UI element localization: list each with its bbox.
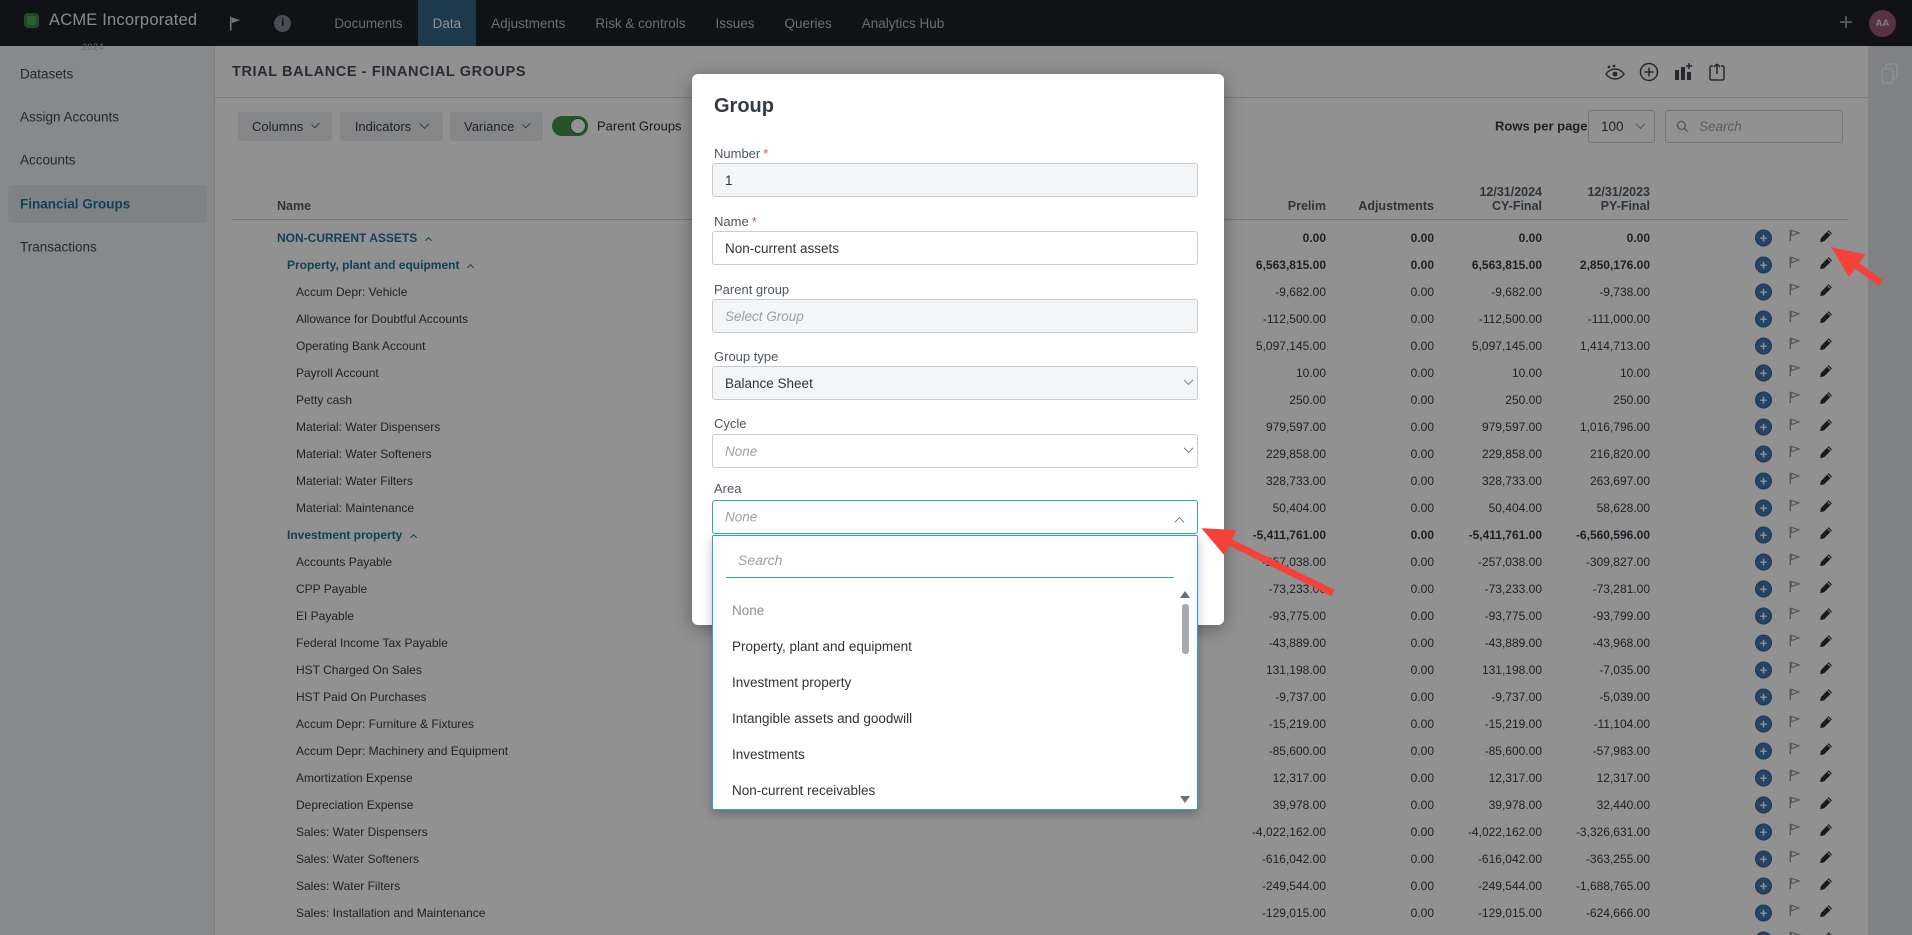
scroll-up-icon[interactable] bbox=[1180, 591, 1190, 598]
dropdown-search-input[interactable] bbox=[726, 542, 1174, 578]
cycle-select[interactable] bbox=[712, 434, 1198, 468]
dropdown-option-investment-property[interactable]: Investment property bbox=[713, 664, 1197, 700]
required-marker: * bbox=[763, 146, 768, 161]
name-label: Name* bbox=[714, 214, 757, 229]
area-label: Area bbox=[714, 481, 741, 496]
group-type-label: Group type bbox=[714, 349, 778, 364]
area-select-value: None bbox=[725, 510, 757, 525]
area-select[interactable]: None bbox=[712, 500, 1198, 534]
dropdown-option-intangible-assets-and-goodwill[interactable]: Intangible assets and goodwill bbox=[713, 700, 1197, 736]
scrollbar-thumb[interactable] bbox=[1182, 604, 1189, 654]
dropdown-option-investments[interactable]: Investments bbox=[713, 736, 1197, 772]
dropdown-options: NoneProperty, plant and equipmentInvestm… bbox=[713, 592, 1197, 808]
cycle-label: Cycle bbox=[714, 416, 747, 431]
dropdown-option-non-current-receivables[interactable]: Non-current receivables bbox=[713, 772, 1197, 808]
parent-group-label: Parent group bbox=[714, 282, 789, 297]
group-type-select[interactable] bbox=[712, 366, 1198, 400]
app-window: ACME Incorporated 2024 i DocumentsDataAd… bbox=[0, 0, 1912, 935]
chevron-up-icon bbox=[1175, 517, 1185, 527]
required-marker: * bbox=[752, 214, 757, 229]
area-dropdown: NoneProperty, plant and equipmentInvestm… bbox=[712, 535, 1198, 810]
dropdown-option-property-plant-and-equipment[interactable]: Property, plant and equipment bbox=[713, 628, 1197, 664]
parent-group-field[interactable] bbox=[712, 299, 1198, 333]
number-field[interactable] bbox=[712, 163, 1198, 197]
modal-title: Group bbox=[714, 95, 774, 118]
scroll-down-icon[interactable] bbox=[1180, 796, 1190, 803]
name-field[interactable] bbox=[712, 231, 1198, 265]
group-modal: Group Number* Name* Parent group Group t… bbox=[692, 74, 1224, 625]
dropdown-option-none[interactable]: None bbox=[713, 592, 1197, 628]
number-label: Number* bbox=[714, 146, 768, 161]
